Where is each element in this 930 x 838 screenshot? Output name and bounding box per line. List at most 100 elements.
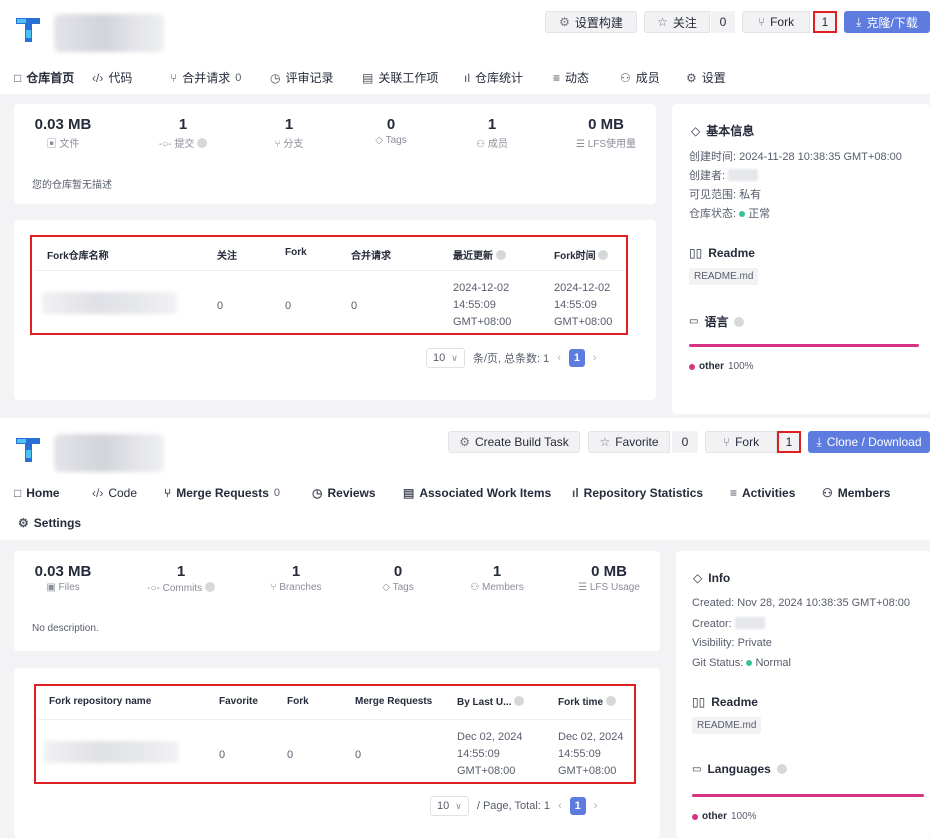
language-heading: ▭ 语言 <box>689 313 745 330</box>
next-page-icon[interactable]: › <box>593 352 597 364</box>
help-icon[interactable] <box>776 764 787 774</box>
merge-count: 0 <box>273 487 281 499</box>
tab-work-items[interactable]: ▤ Associated Work Items <box>403 486 551 500</box>
stat-files[interactable]: 0.03 MB ▣ 文件 <box>28 116 98 150</box>
tab-work-items[interactable]: ▤ 关联工作项 <box>362 69 438 86</box>
repo-name-redacted <box>54 14 164 52</box>
tab-merge-requests[interactable]: ⑂ 合并请求 0 <box>170 69 241 86</box>
prev-page-icon[interactable]: ‹ <box>558 800 562 812</box>
fork-button[interactable]: ⑂ Fork <box>705 431 777 453</box>
tab-reviews[interactable]: ◷ Reviews <box>312 486 376 500</box>
chevron-down-icon: ∨ <box>451 352 458 363</box>
star-icon: ☆ <box>599 435 611 449</box>
stat-lfs[interactable]: 0 MB ☰ LFS Usage <box>564 563 654 593</box>
repo-tabs: □ Home ‹/› Code ⑂ Merge Requests 0 ◷ Reviews … <box>0 478 930 540</box>
settings-icon: ⚙ <box>686 70 697 85</box>
merge-icon: ⑂ <box>164 486 172 500</box>
merge-count: 0 <box>235 71 242 84</box>
tab-members[interactable]: ⚇ Members <box>822 486 890 500</box>
stat-lfs[interactable]: 0 MB ☰ LFS使用量 <box>566 116 646 150</box>
fork-icon: ⑂ <box>722 435 731 449</box>
info-sidebar: ◇ 基本信息 创建时间: 2024-11-28 10:38:35 GMT+08:0… <box>672 104 930 414</box>
pager-summary: / Page, Total: 1 <box>476 800 551 812</box>
page-size-select[interactable]: 10 ∨ <box>430 796 469 816</box>
members-icon: ⚇ <box>470 582 480 593</box>
tab-activities[interactable]: ≡ Activities <box>730 486 795 500</box>
tab-home[interactable]: □ 仓库首页 <box>14 69 74 86</box>
star-icon: ☆ <box>657 15 668 29</box>
page-number[interactable]: 1 <box>569 797 586 815</box>
visibility: Visibility: Private <box>692 637 772 649</box>
stat-commits[interactable]: 1 -○- Commits <box>141 563 221 594</box>
tab-code[interactable]: ‹/› Code <box>92 486 137 500</box>
setup-build-button[interactable]: ⚙ 设置构建 <box>545 11 637 33</box>
readme-file[interactable]: README.md <box>692 717 762 734</box>
list-icon: ▤ <box>403 486 415 500</box>
tab-merge-requests[interactable]: ⑂ Merge Requests 0 <box>164 486 280 500</box>
page-number[interactable]: 1 <box>568 349 585 367</box>
creator-redacted <box>728 169 759 181</box>
legend-dot <box>692 813 698 820</box>
repo-header: ⚙ Create Build Task ☆ Favorite 0 ⑂ Fork 1 ⤓… <box>0 420 930 478</box>
stat-members[interactable]: 1 ⚇ Members <box>457 563 537 593</box>
highlight-box <box>813 11 837 33</box>
tag-icon: ◇ <box>375 135 383 146</box>
language-legend: other 100% <box>689 361 754 372</box>
tab-code[interactable]: ‹/› 代码 <box>92 69 132 86</box>
repo-status: 仓库状态: 正常 <box>689 208 771 220</box>
tab-settings[interactable]: ⚙ Settings <box>18 516 81 530</box>
fork-icon: ⑂ <box>757 15 766 29</box>
repo-logo <box>16 18 40 42</box>
highlight-box <box>34 684 636 784</box>
favorite-button[interactable]: ☆ 关注 <box>644 11 710 33</box>
favorite-count: 0 <box>672 431 698 453</box>
tab-activities[interactable]: ≡ 动态 <box>553 69 589 86</box>
members-icon: ⚇ <box>822 486 833 500</box>
stat-branches[interactable]: 1 ⑂ Branches <box>256 563 336 593</box>
readme-heading: ▯▯ Readme <box>692 695 758 709</box>
tab-members[interactable]: ⚇ 成员 <box>620 69 660 86</box>
prev-page-icon[interactable]: ‹ <box>557 352 561 364</box>
tab-statistics[interactable]: ıl 仓库统计 <box>464 69 523 86</box>
clone-download-button[interactable]: ⤓ 克隆/下载 <box>844 11 930 33</box>
tab-reviews[interactable]: ◷ 评审记录 <box>270 69 334 86</box>
page-size-select[interactable]: 10 ∨ <box>426 348 465 368</box>
repo-description: 您的仓库暂无描述 <box>32 180 112 191</box>
commit-icon: -○- <box>147 583 160 594</box>
tab-statistics[interactable]: ıl Repository Statistics <box>572 486 703 500</box>
status-dot <box>739 211 746 217</box>
readme-file[interactable]: README.md <box>689 268 759 285</box>
clone-download-button[interactable]: ⤓ Clone / Download <box>808 431 930 453</box>
tab-settings[interactable]: ⚙ 设置 <box>686 69 726 86</box>
stat-tags[interactable]: 0 ◇ Tags <box>363 563 433 593</box>
stat-commits[interactable]: 1 -○- 提交 <box>148 116 218 150</box>
repo-logo <box>16 438 40 462</box>
stat-branches[interactable]: 1 ⑂ 分支 <box>254 116 324 150</box>
clock-icon: ◷ <box>312 486 323 500</box>
fork-button[interactable]: ⑂ Fork <box>742 11 810 33</box>
pagination: 10 ∨ / Page, Total: 1 ‹ 1 › <box>430 796 597 816</box>
stat-members[interactable]: 1 ⚇ 成员 <box>457 116 527 150</box>
pagination: 10 ∨ 条/页, 总条数: 1 ‹ 1 › <box>426 348 597 368</box>
code-icon: ‹/› <box>92 70 104 85</box>
help-icon[interactable] <box>204 582 215 592</box>
next-page-icon[interactable]: › <box>594 800 598 812</box>
activity-icon: ≡ <box>553 70 561 85</box>
file-icon: ▣ <box>46 139 57 150</box>
help-icon[interactable] <box>197 138 208 148</box>
book-icon: ▯▯ <box>689 246 703 260</box>
tag-icon: ◇ <box>382 582 390 593</box>
favorite-count: 0 <box>711 11 735 33</box>
stat-tags[interactable]: 0 ◇ Tags <box>356 116 426 146</box>
help-icon[interactable] <box>734 316 745 327</box>
create-build-task-button[interactable]: ⚙ Create Build Task <box>448 431 580 453</box>
tab-home[interactable]: □ Home <box>14 486 60 500</box>
storage-icon: ☰ <box>578 582 588 593</box>
storage-icon: ☰ <box>575 139 585 150</box>
pager-summary: 条/页, 总条数: 1 <box>472 353 550 365</box>
gear-icon: ⚙ <box>559 15 570 29</box>
repo-tabs: □ 仓库首页 ‹/› 代码 ⑂ 合并请求 0 ◷ 评审记录 ▤ 关联工作项 ıl 仓库统计 ≡… <box>0 58 930 94</box>
home-icon: □ <box>14 70 22 85</box>
stat-files[interactable]: 0.03 MB ▣ Files <box>28 563 98 593</box>
favorite-button[interactable]: ☆ Favorite <box>588 431 670 453</box>
